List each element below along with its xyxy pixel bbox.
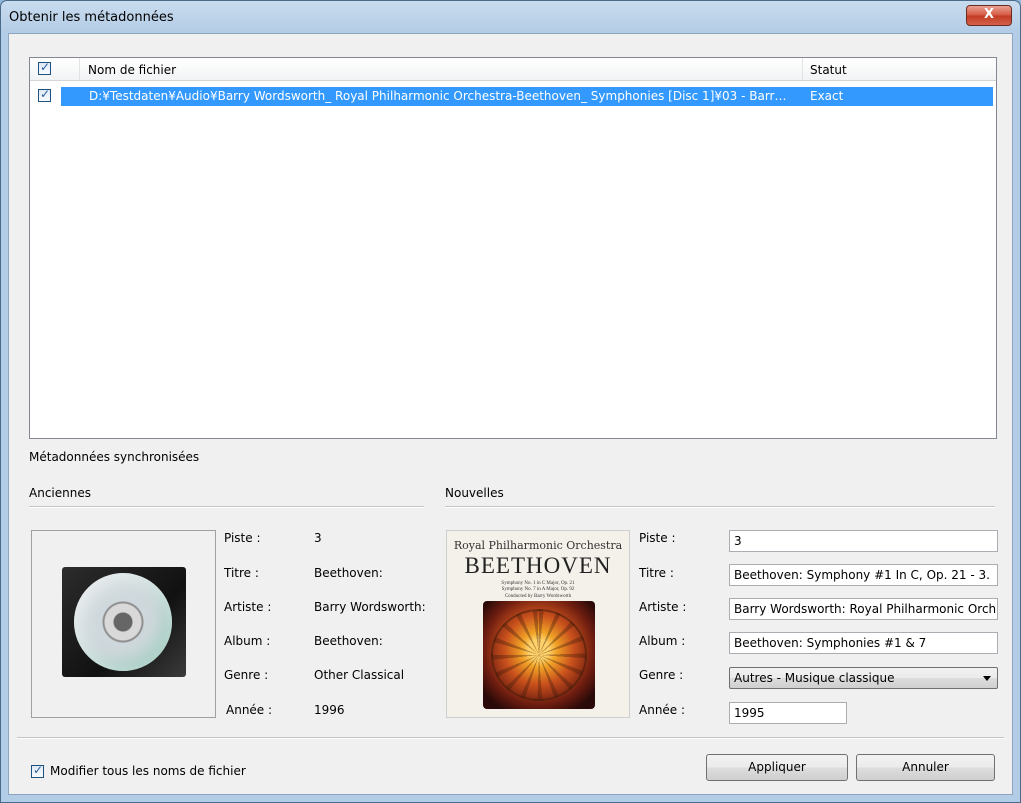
old-year-label: Année : xyxy=(226,703,273,717)
close-button[interactable]: X xyxy=(966,5,1012,26)
new-album-input[interactable]: Beethoven: Symphonies #1 & 7 xyxy=(729,632,998,654)
dialog-client-area: Nom de fichier Statut D:¥Testdaten¥Audio… xyxy=(8,33,1013,795)
apply-button[interactable]: Appliquer xyxy=(706,754,848,781)
old-title-label: Titre : xyxy=(224,566,259,580)
new-title-label: Titre : xyxy=(639,566,674,580)
list-item[interactable]: D:¥Testdaten¥Audio¥Barry Wordsworth_ Roy… xyxy=(31,87,993,106)
cover-orchestra-text: Royal Philharmonic Orchestra xyxy=(453,539,623,552)
new-metadata-heading: Nouvelles xyxy=(445,486,504,500)
new-artist-label: Artiste : xyxy=(639,600,687,614)
new-album-cover: Royal Philharmonic Orchestra BEETHOVEN S… xyxy=(446,530,630,718)
cd-case-icon xyxy=(62,567,186,677)
old-artist-value: Barry Wordsworth: xyxy=(314,600,426,614)
chevron-down-icon xyxy=(983,676,991,681)
new-album-label: Album : xyxy=(639,634,686,648)
genre-selected-value: Autres - Musique classique xyxy=(734,671,895,685)
select-all-checkbox[interactable] xyxy=(38,60,51,75)
old-group-divider xyxy=(29,506,424,508)
row-selection-highlight[interactable]: D:¥Testdaten¥Audio¥Barry Wordsworth_ Roy… xyxy=(61,87,993,106)
cover-conductor-text: Conducted by Barry Wordsworth xyxy=(504,594,572,599)
header-separator xyxy=(79,58,80,80)
file-list[interactable]: Nom de fichier Statut D:¥Testdaten¥Audio… xyxy=(29,57,997,439)
row-filename: D:¥Testdaten¥Audio¥Barry Wordsworth_ Roy… xyxy=(89,89,787,103)
dialog-window: Obtenir les métadonnées X Nom de fichier… xyxy=(0,0,1021,803)
rename-all-checkbox[interactable] xyxy=(31,763,44,778)
old-genre-value: Other Classical xyxy=(314,668,405,682)
row-status: Exact xyxy=(810,89,844,103)
old-track-value: 3 xyxy=(314,531,322,545)
cover-artwork-image xyxy=(483,601,595,709)
column-header-filename[interactable]: Nom de fichier xyxy=(88,63,176,77)
cover-line2-text: Symphony No. 7 in A Major, Op. 92 xyxy=(501,587,575,592)
title-bar[interactable]: Obtenir les métadonnées X xyxy=(1,1,1020,33)
rename-all-label[interactable]: Modifier tous les noms de fichier xyxy=(50,764,246,778)
new-year-label: Année : xyxy=(639,703,686,717)
cd-disc-icon xyxy=(74,573,172,671)
new-genre-dropdown[interactable]: Autres - Musique classique xyxy=(729,667,998,689)
header-separator xyxy=(802,58,803,80)
new-group-divider xyxy=(445,506,995,508)
sync-metadata-heading: Métadonnées synchronisées xyxy=(29,450,200,464)
cancel-button[interactable]: Annuler xyxy=(856,754,995,781)
old-artwork-box xyxy=(31,530,216,718)
new-track-label: Piste : xyxy=(639,531,676,545)
new-year-input[interactable]: 1995 xyxy=(729,702,847,724)
footer-divider xyxy=(17,737,1004,739)
old-title-value: Beethoven: xyxy=(314,566,383,580)
new-title-input[interactable]: Beethoven: Symphony #1 In C, Op. 21 - 3. xyxy=(729,564,998,586)
cover-composer-text: BEETHOVEN xyxy=(464,553,612,578)
row-checkbox[interactable] xyxy=(38,87,51,102)
old-album-value: Beethoven: xyxy=(314,634,383,648)
old-metadata-heading: Anciennes xyxy=(29,486,91,500)
new-artist-input[interactable]: Barry Wordsworth: Royal Philharmonic Orc… xyxy=(729,598,998,620)
old-genre-label: Genre : xyxy=(224,668,269,682)
old-year-value: 1996 xyxy=(314,703,345,717)
cover-line1-text: Symphony No. 1 in C Major, Op. 21 xyxy=(501,581,575,586)
new-track-input[interactable]: 3 xyxy=(729,530,998,552)
old-track-label: Piste : xyxy=(224,531,261,545)
window-title: Obtenir les métadonnées xyxy=(9,10,174,25)
list-header: Nom de fichier Statut xyxy=(30,58,996,81)
new-genre-label: Genre : xyxy=(639,668,684,682)
old-album-label: Album : xyxy=(224,634,271,648)
old-artist-label: Artiste : xyxy=(224,600,272,614)
column-header-status[interactable]: Statut xyxy=(810,63,847,77)
